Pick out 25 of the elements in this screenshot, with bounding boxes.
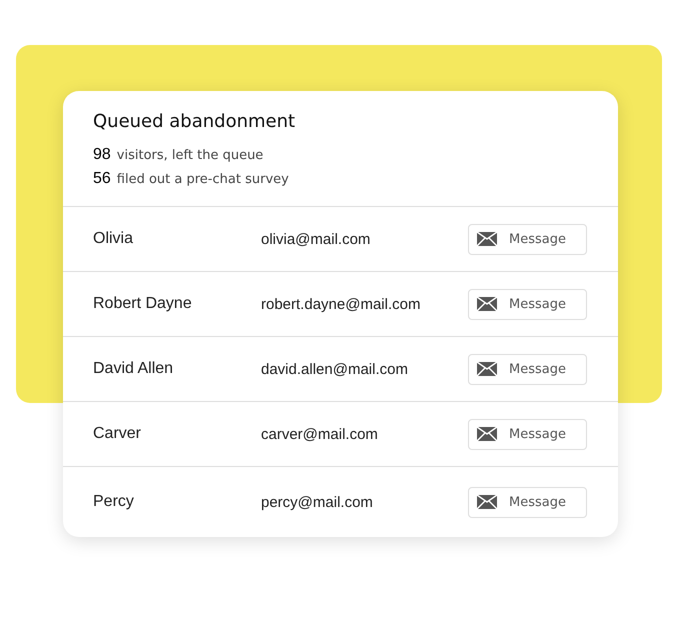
- envelope-icon: [477, 495, 497, 509]
- visitor-name: Percy: [93, 493, 135, 511]
- visitor-name: David Allen: [93, 360, 174, 378]
- stat-label: filed out a pre-chat survey: [116, 172, 289, 187]
- card-title: Queued abandonment: [93, 111, 296, 132]
- envelope-icon: [477, 232, 497, 246]
- visitor-name: Carver: [93, 425, 142, 443]
- envelope-icon: [477, 362, 497, 376]
- message-button[interactable]: Message: [468, 418, 587, 450]
- envelope-icon: [477, 427, 497, 441]
- stat-label: visitors, left the queue: [116, 148, 264, 163]
- visitor-email: carver@mail.com: [261, 426, 379, 442]
- visitor-email: olivia@mail.com: [261, 230, 372, 248]
- visitor-email: david.allen@mail.com: [261, 360, 409, 378]
- stat-count: 98: [93, 146, 111, 164]
- message-button[interactable]: Message: [468, 288, 587, 320]
- visitor-email: percy@mail.com: [261, 494, 374, 510]
- message-button[interactable]: Message: [468, 354, 587, 384]
- message-button[interactable]: Message: [468, 486, 587, 518]
- visitor-email: robert.dayne@mail.com: [261, 296, 422, 312]
- visitor-name: Robert Dayne: [93, 295, 193, 313]
- stat-count: 56: [93, 170, 111, 188]
- message-button[interactable]: Message: [468, 224, 587, 254]
- visitor-name: Olivia: [93, 230, 134, 248]
- envelope-icon: [477, 297, 497, 311]
